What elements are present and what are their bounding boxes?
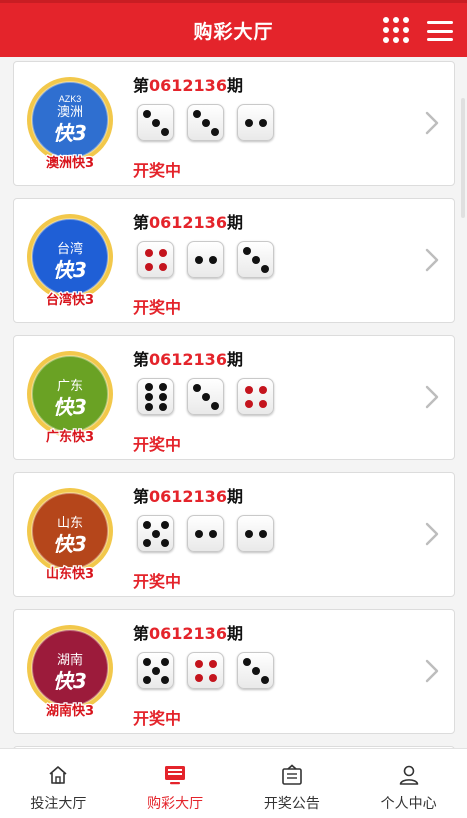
die-face-6 [137,378,174,415]
chevron-right-icon [425,111,439,135]
tab-label: 开奖公告 [263,796,320,812]
period-prefix: 第 [133,213,150,232]
draw-status: 开奖中 [133,572,182,591]
lottery-game-card-2[interactable]: 广东 快3 广东快3 第0612136期 开奖中 [13,335,455,460]
chevron-right-icon [425,522,439,546]
die-face-3 [237,652,274,689]
period-number: 0612136 [149,350,227,369]
chevron-right-icon [425,659,439,683]
lottery-game-card-1[interactable]: 台湾 快3 台湾快3 第0612136期 开奖中 [13,198,455,323]
logo-mark-text: 快3 [53,669,87,693]
game-logo-badge: 广东 快3 广东快3 [27,351,113,446]
logo-mark-text: 快3 [53,395,87,419]
die-face-2 [187,241,224,278]
logo-top-text: AZK3 [59,94,82,104]
game-logo-badge: 山东 快3 山东快3 [27,488,113,583]
app-root: 购彩大厅 AZK3 澳洲 快3 澳洲快3 第0612136期 开奖中 台湾 快3… [0,0,467,818]
die-face-2 [237,515,274,552]
logo-region-text: 台湾 [57,241,83,257]
bottom-tab-bar: 投注大厅 购彩大厅 开奖公告 个人中心 [0,748,467,818]
die-face-4 [237,378,274,415]
period-number: 0612136 [149,213,227,232]
period-number: 0612136 [149,487,227,506]
die-face-2 [187,515,224,552]
game-logo-badge: 台湾 快3 台湾快3 [27,214,113,309]
tab-home[interactable]: 投注大厅 [0,749,117,818]
dice-results [137,652,274,689]
game-logo-badge: 湖南 快3 湖南快3 [27,625,113,720]
period-label: 第0612136期 [133,209,243,233]
period-number: 0612136 [149,624,227,643]
tab-label: 个人中心 [380,796,437,812]
die-face-4 [187,652,224,689]
die-face-3 [187,104,224,141]
period-prefix: 第 [133,76,150,95]
period-suffix: 期 [226,213,243,232]
lottery-game-card-4[interactable]: 湖南 快3 湖南快3 第0612136期 开奖中 [13,609,455,734]
period-number: 0612136 [149,76,227,95]
tab-announcement[interactable]: 开奖公告 [234,749,351,818]
period-prefix: 第 [133,487,150,506]
scrollbar[interactable] [461,98,465,218]
period-suffix: 期 [226,624,243,643]
logo-caption-text: 广东快3 [46,429,94,445]
period-prefix: 第 [133,350,150,369]
tab-monitor[interactable]: 购彩大厅 [117,749,234,818]
logo-caption-text: 澳洲快3 [46,155,94,171]
draw-status: 开奖中 [133,435,182,454]
lottery-game-card-3[interactable]: 山东 快3 山东快3 第0612136期 开奖中 [13,472,455,597]
die-face-4 [137,241,174,278]
chevron-right-icon [425,248,439,272]
logo-region-text: 湖南 [57,652,83,668]
home-icon [49,766,67,784]
period-label: 第0612136期 [133,72,243,96]
logo-mark-text: 快3 [53,121,87,145]
logo-caption-text: 台湾快3 [46,292,94,308]
hamburger-menu-icon[interactable] [427,21,453,41]
period-suffix: 期 [226,487,243,506]
monitor-icon [165,766,186,785]
chevron-right-icon [425,385,439,409]
die-face-3 [237,241,274,278]
period-suffix: 期 [226,350,243,369]
period-label: 第0612136期 [133,346,243,370]
logo-caption-text: 湖南快3 [46,703,94,719]
die-face-3 [187,378,224,415]
draw-status: 开奖中 [133,298,182,317]
draw-status: 开奖中 [133,709,182,728]
top-nav-bar: 购彩大厅 [0,0,467,57]
logo-region-text: 澳洲 [57,104,83,120]
logo-mark-text: 快3 [53,258,87,282]
draw-status: 开奖中 [133,161,182,180]
period-label: 第0612136期 [133,620,243,644]
period-label: 第0612136期 [133,483,243,507]
page-title: 购彩大厅 [193,20,274,43]
dice-results [137,104,274,141]
logo-region-text: 广东 [57,379,83,394]
game-logo-badge: AZK3 澳洲 快3 澳洲快3 [27,77,113,172]
tab-label: 投注大厅 [30,796,87,812]
dice-results [137,515,274,552]
announcement-icon [282,764,302,785]
logo-caption-text: 山东快3 [46,566,94,582]
lottery-game-list: AZK3 澳洲 快3 澳洲快3 第0612136期 开奖中 台湾 快3 台湾快3… [0,57,467,748]
logo-mark-text: 快3 [53,532,87,556]
period-prefix: 第 [133,624,150,643]
dice-results [137,378,274,415]
tab-label: 购彩大厅 [147,796,204,812]
die-face-3 [137,104,174,141]
die-face-5 [137,515,174,552]
die-face-5 [137,652,174,689]
dice-results [137,241,274,278]
tab-user[interactable]: 个人中心 [350,749,467,818]
logo-region-text: 山东 [57,516,83,531]
apps-grid-icon[interactable] [383,17,409,43]
lottery-game-card-0[interactable]: AZK3 澳洲 快3 澳洲快3 第0612136期 开奖中 [13,61,455,186]
user-icon [399,765,418,785]
die-face-2 [237,104,274,141]
period-suffix: 期 [226,76,243,95]
